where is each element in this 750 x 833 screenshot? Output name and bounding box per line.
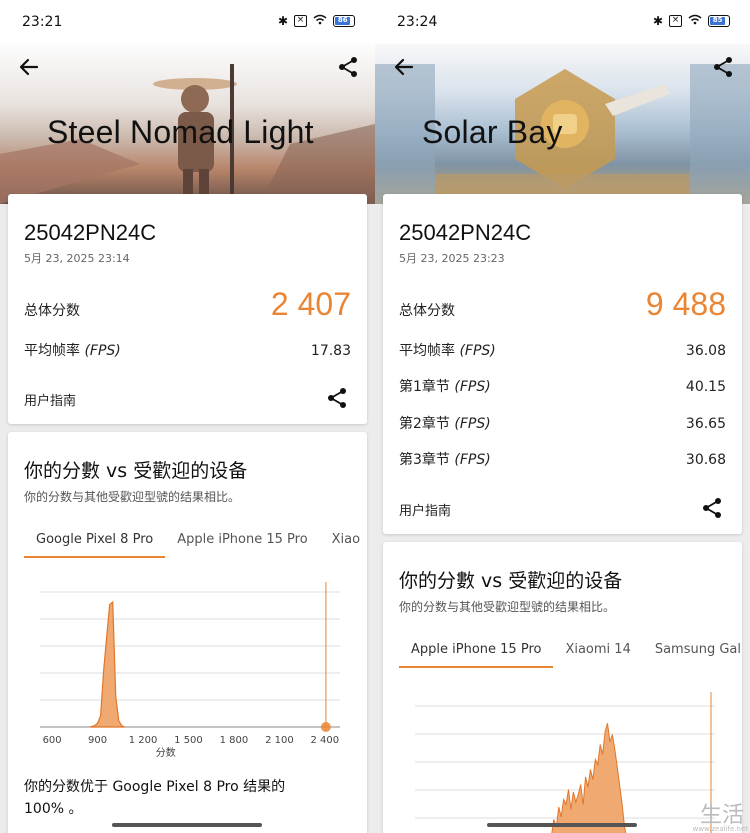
battery-level: 85 <box>710 17 726 25</box>
fps-unit: (FPS) <box>454 416 491 432</box>
user-guide-link[interactable]: 用户指南 <box>24 390 76 409</box>
benchmark-hero-banner: Steel Nomad Light <box>0 44 375 204</box>
wifi-icon <box>688 14 702 28</box>
chapter-1-row: 第1章节 (FPS) 40.15 <box>399 376 726 396</box>
user-guide-link[interactable]: 用户指南 <box>399 500 451 519</box>
chapter-2-value: 36.65 <box>685 416 726 432</box>
status-icons: ✱ × 85 <box>653 14 730 28</box>
overall-score-value: 9 488 <box>645 286 726 322</box>
x-axis-label: 分数 <box>156 746 176 757</box>
x-tick-label: 900 <box>88 735 107 746</box>
status-icons: ✱ × 86 <box>278 14 355 28</box>
score-distribution-chart <box>415 692 715 833</box>
battery-level: 86 <box>335 17 351 25</box>
avg-fps-label-text: 平均帧率 <box>24 343 80 359</box>
home-indicator[interactable] <box>487 823 637 827</box>
share-icon[interactable] <box>335 54 361 80</box>
device-tabs: Apple iPhone 15 Pro Xiaomi 14 Samsung Ga… <box>399 638 742 668</box>
overall-score-value: 2 407 <box>270 286 351 322</box>
device-model: 25042PN24C <box>24 220 157 245</box>
comparison-subtitle: 你的分数与其他受歡迎型號的结果相比。 <box>24 490 241 504</box>
tab-xiaomi-14[interactable]: Xiaomi 14 <box>553 638 642 668</box>
battery-icon: 85 <box>708 15 730 27</box>
tab-xiaomi[interactable]: Xiao <box>320 528 367 558</box>
battery-icon: 86 <box>333 15 355 27</box>
chapter-2-label-text: 第2章节 <box>399 416 450 432</box>
share-result-icon[interactable] <box>702 497 724 519</box>
status-bar: 23:21 ✱ × 86 <box>0 0 375 44</box>
overall-score-row: 总体分数 9 488 <box>399 286 726 323</box>
test-date: 5月 23, 2025 23:14 <box>24 252 130 265</box>
avg-fps-label: 平均帧率 (FPS) <box>399 340 496 360</box>
chapter-1-label: 第1章节 (FPS) <box>399 376 491 396</box>
left-screen: 23:21 ✱ × 86 Steel Nomad Light 25042PN24… <box>0 0 375 833</box>
back-arrow-icon[interactable] <box>16 54 42 80</box>
share-icon[interactable] <box>710 54 736 80</box>
benchmark-title: Solar Bay <box>422 114 563 150</box>
x-tick-label: 1 800 <box>220 735 249 746</box>
avg-fps-value: 36.08 <box>685 343 726 359</box>
fps-unit: (FPS) <box>454 379 491 395</box>
watermark-url: www.zealife.net <box>692 825 748 833</box>
no-sim-icon: × <box>294 15 307 27</box>
bluetooth-icon: ✱ <box>652 14 663 28</box>
device-tabs: Google Pixel 8 Pro Apple iPhone 15 Pro X… <box>24 528 367 558</box>
benchmark-hero-banner: Solar Bay <box>375 44 750 204</box>
chapter-3-label-text: 第3章节 <box>399 452 450 468</box>
chapter-2-label: 第2章节 (FPS) <box>399 413 491 433</box>
right-screen: 23:24 ✱ × 85 Solar Bay 25042PN24C 5月 23,… <box>375 0 750 833</box>
back-arrow-icon[interactable] <box>391 54 417 80</box>
home-indicator[interactable] <box>112 823 262 827</box>
fps-unit: (FPS) <box>84 343 121 359</box>
distribution-area <box>551 723 627 833</box>
x-tick-label: 1 500 <box>174 735 203 746</box>
distribution-area <box>89 600 126 728</box>
avg-fps-label-text: 平均帧率 <box>399 343 455 359</box>
avg-fps-label: 平均帧率 (FPS) <box>24 340 121 360</box>
share-result-icon[interactable] <box>327 387 349 409</box>
x-tick-label: 1 200 <box>129 735 158 746</box>
comparison-title: 你的分數 vs 受歡迎的设备 <box>24 460 248 482</box>
x-tick-label: 600 <box>43 735 62 746</box>
chapter-1-value: 40.15 <box>685 379 726 395</box>
status-time: 23:21 <box>22 14 63 30</box>
status-bar: 23:24 ✱ × 85 <box>375 0 750 44</box>
overall-score-label: 总体分数 <box>24 303 80 319</box>
no-sim-icon: × <box>669 15 682 27</box>
device-model: 25042PN24C <box>399 220 532 245</box>
your-score-marker <box>320 722 331 732</box>
chapter-2-row: 第2章节 (FPS) 36.65 <box>399 413 726 433</box>
tab-samsung[interactable]: Samsung Gal <box>643 638 742 668</box>
chapter-1-label-text: 第1章节 <box>399 379 450 395</box>
fps-unit: (FPS) <box>459 343 496 359</box>
chapter-3-row: 第3章节 (FPS) 30.68 <box>399 449 726 469</box>
comparison-verdict: 你的分数优于 Google Pixel 8 Pro 结果的 100% 。 <box>24 779 286 817</box>
x-tick-label: 2 400 <box>311 735 340 746</box>
chapter-3-value: 30.68 <box>685 452 726 468</box>
overall-score-row: 总体分数 2 407 <box>24 286 351 323</box>
benchmark-title: Steel Nomad Light <box>47 114 314 150</box>
test-date: 5月 23, 2025 23:23 <box>399 252 505 265</box>
result-card: 25042PN24C 5月 23, 2025 23:14 总体分数 2 407 … <box>8 194 367 424</box>
tab-apple-iphone-15-pro[interactable]: Apple iPhone 15 Pro <box>165 528 319 558</box>
avg-fps-row: 平均帧率 (FPS) 36.08 <box>399 340 726 360</box>
chapter-3-label: 第3章节 (FPS) <box>399 449 491 469</box>
wifi-icon <box>313 14 327 28</box>
comparison-card: 你的分數 vs 受歡迎的设备 你的分数与其他受歡迎型號的结果相比。 Apple … <box>383 542 742 833</box>
tab-google-pixel-8-pro[interactable]: Google Pixel 8 Pro <box>24 528 166 558</box>
overall-score-label: 总体分数 <box>399 303 455 319</box>
status-time: 23:24 <box>397 14 438 30</box>
avg-fps-value: 17.83 <box>310 343 351 359</box>
bluetooth-icon: ✱ <box>277 14 288 28</box>
comparison-card: 你的分數 vs 受歡迎的设备 你的分数与其他受歡迎型號的结果相比。 Google… <box>8 432 367 833</box>
tab-apple-iphone-15-pro[interactable]: Apple iPhone 15 Pro <box>399 638 554 668</box>
comparison-title: 你的分數 vs 受歡迎的设备 <box>399 570 623 592</box>
avg-fps-row: 平均帧率 (FPS) 17.83 <box>24 340 351 360</box>
result-card: 25042PN24C 5月 23, 2025 23:23 总体分数 9 488 … <box>383 194 742 534</box>
score-distribution-chart: 600 900 1 200 1 500 1 800 2 100 2 400 分数 <box>40 582 340 757</box>
comparison-subtitle: 你的分数与其他受歡迎型號的结果相比。 <box>399 600 616 614</box>
fps-unit: (FPS) <box>454 452 491 468</box>
x-tick-label: 2 100 <box>265 735 294 746</box>
